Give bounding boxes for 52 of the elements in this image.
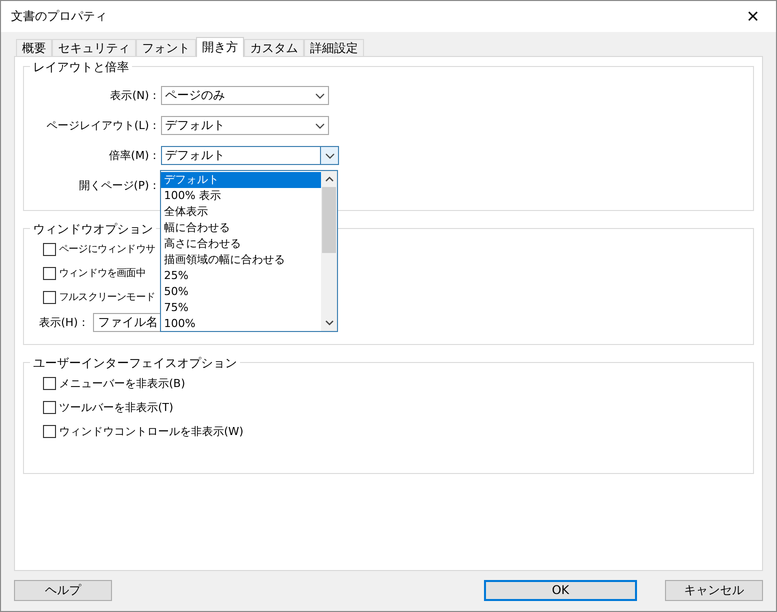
checkbox[interactable] — [43, 290, 56, 304]
chevron-down-icon[interactable] — [324, 320, 334, 326]
checkbox-label: ツールバーを非表示(T) — [59, 400, 174, 414]
dropdown[interactable]: デフォルト — [161, 146, 339, 165]
dropdown[interactable]: デフォルト — [161, 116, 329, 135]
group-title: ウィンドウオプション — [30, 221, 156, 238]
dropdown-value: デフォルト — [165, 117, 225, 134]
list-item[interactable]: 高さに合わせる — [161, 236, 321, 252]
field-label: ページレイアウト(L)： — [45, 118, 160, 133]
scrollbar-thumb[interactable] — [322, 187, 336, 253]
tab[interactable]: 詳細設定 — [304, 39, 364, 56]
chevron-down-icon[interactable] — [320, 147, 338, 164]
list-item[interactable]: デフォルト — [161, 172, 321, 188]
list-item[interactable]: 25% — [161, 268, 321, 284]
checkbox-label: ページにウィンドウサ — [59, 243, 156, 256]
help-button[interactable]: ヘルプ — [14, 580, 112, 600]
ok-button[interactable]: OK — [484, 580, 637, 600]
checkbox[interactable] — [43, 242, 56, 256]
list-item[interactable]: 50% — [161, 284, 321, 300]
tab[interactable]: カスタム — [244, 39, 304, 56]
checkbox[interactable] — [43, 424, 56, 438]
field-label: 倍率(M)： — [108, 148, 160, 163]
window-title: 文書のプロパティ — [11, 8, 107, 25]
cancel-button[interactable]: キャンセル — [665, 580, 763, 600]
group-title: レイアウトと倍率 — [30, 59, 132, 76]
chevron-up-icon[interactable] — [324, 176, 334, 182]
checkbox-label: ウィンドウを画面中 — [59, 266, 146, 280]
tab[interactable]: 概要 — [16, 39, 52, 56]
field-label: 開くページ(P)： — [78, 178, 160, 193]
tab[interactable]: セキュリティ — [52, 39, 136, 56]
tab[interactable]: 開き方 — [196, 37, 244, 57]
list-item[interactable]: 75% — [161, 300, 321, 316]
close-button[interactable]: ✕ — [730, 1, 776, 32]
checkbox[interactable] — [43, 400, 56, 414]
list-item[interactable]: 全体表示 — [161, 204, 321, 220]
list-item[interactable]: 100% 表示 — [161, 188, 321, 204]
checkbox[interactable] — [43, 376, 56, 390]
list-item[interactable]: 描画領域の幅に合わせる — [161, 252, 321, 268]
checkbox-label: メニューバーを非表示(B) — [59, 376, 186, 390]
checkbox-label: フルスクリーンモード — [59, 291, 156, 304]
dropdown-value: ページのみ — [165, 87, 225, 104]
list-item[interactable]: 幅に合わせる — [161, 220, 321, 236]
checkbox-label: ウィンドウコントロールを非表示(W) — [59, 424, 244, 438]
dropdown-value: デフォルト — [165, 147, 225, 164]
scrollbar[interactable] — [321, 171, 337, 331]
field-label: 表示(H)： — [39, 315, 89, 330]
dropdown-value: ファイル名 — [98, 314, 158, 331]
field-label: 表示(N)： — [109, 88, 160, 103]
dropdown[interactable]: ページのみ — [161, 86, 329, 105]
group-title: ユーザーインターフェイスオプション — [30, 355, 240, 372]
checkbox[interactable] — [43, 266, 56, 280]
tab[interactable]: フォント — [136, 39, 196, 56]
